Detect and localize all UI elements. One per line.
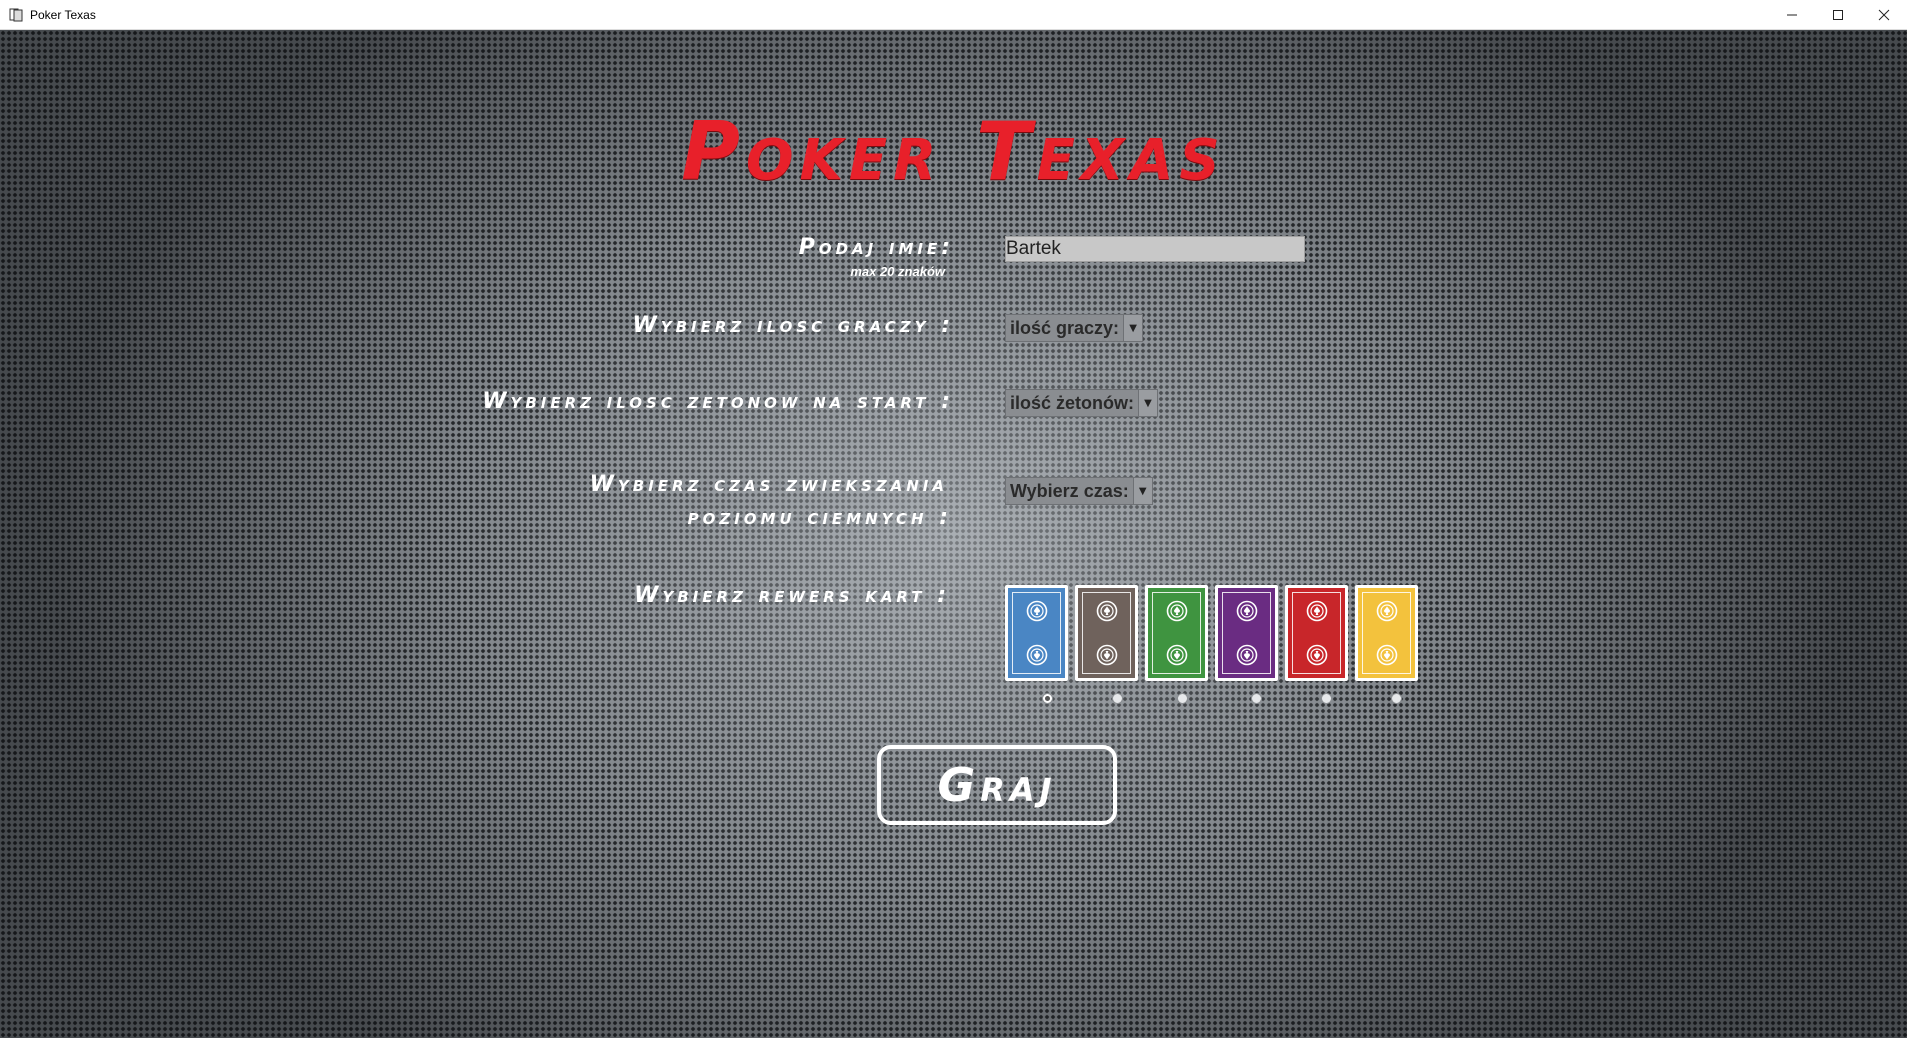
card-back-image[interactable] [1285,585,1348,681]
close-button[interactable] [1861,0,1907,29]
card-back-radio-blue[interactable] [1042,693,1053,704]
card-emblem-frame [1082,592,1131,674]
name-hint: max 20 znaków [850,264,945,279]
card-back-radio-purple[interactable] [1251,693,1262,704]
window-titlebar: Poker Texas [0,0,1907,30]
card-app-icon [8,7,24,23]
card-emblem-frame [1362,592,1411,674]
chevron-down-icon[interactable]: ▼ [1123,315,1143,341]
card-back-radio-red[interactable] [1321,693,1332,704]
players-dropdown[interactable]: ilość graczy: ▼ [1005,314,1144,342]
maximize-button[interactable] [1815,0,1861,29]
spade-emblem-icon [1166,600,1188,626]
spade-emblem-icon [1306,600,1328,626]
name-label: Podaj imie: [798,235,954,260]
main-panel: Poker Texas Podaj imie: max 20 znaków Ba… [0,30,1907,1038]
minimize-icon [1787,14,1797,15]
card-back-image[interactable] [1145,585,1208,681]
spade-emblem-icon [1236,640,1258,666]
spade-emblem-icon [1236,600,1258,626]
app-heading: Poker Texas [681,105,1226,198]
players-selected: ilość graczy: [1010,318,1120,338]
card-back-image[interactable] [1075,585,1138,681]
card-back-image[interactable] [1355,585,1418,681]
card-emblem-frame [1152,592,1201,674]
blinds-selected: Wybierz czas: [1010,481,1129,501]
card-back-brown[interactable] [1075,585,1138,681]
blinds-dropdown[interactable]: Wybierz czas: ▼ [1005,477,1153,505]
chevron-down-icon[interactable]: ▼ [1138,390,1158,416]
card-emblem-frame [1292,592,1341,674]
card-back-purple[interactable] [1215,585,1278,681]
blinds-label-line1: Wybierz czas zwiekszania [589,472,948,497]
card-back-image[interactable] [1215,585,1278,681]
card-back-radio-green[interactable] [1177,693,1188,704]
spade-emblem-icon [1096,600,1118,626]
card-back-green[interactable] [1145,585,1208,681]
chips-dropdown[interactable]: ilość żetonów: ▼ [1005,389,1159,417]
window-title: Poker Texas [30,7,96,22]
maximize-icon [1833,9,1843,20]
spade-emblem-icon [1026,600,1048,626]
spade-emblem-icon [1166,640,1188,666]
spade-emblem-icon [1306,640,1328,666]
minimize-button[interactable] [1769,0,1815,29]
card-back-label: Wybierz rewers kart : [634,583,950,608]
spade-emblem-icon [1096,640,1118,666]
name-input[interactable]: Bartek [1005,236,1305,262]
chips-label: Wybierz ilosc zetonow na start : [482,389,954,414]
card-back-options [1005,585,1425,681]
card-back-image[interactable] [1005,585,1068,681]
card-back-yellow[interactable] [1355,585,1418,681]
spade-emblem-icon [1376,640,1398,666]
chips-selected: ilość żetonów: [1010,393,1135,413]
close-icon [1878,9,1890,20]
play-button[interactable]: Graj [877,745,1117,825]
spade-emblem-icon [1026,640,1048,666]
card-emblem-frame [1222,592,1271,674]
card-emblem-frame [1012,592,1061,674]
players-label: Wybierz ilosc graczy : [632,313,954,338]
card-back-red[interactable] [1285,585,1348,681]
card-back-blue[interactable] [1005,585,1068,681]
blinds-label-line2: poziomu ciemnych : [687,505,952,530]
card-back-radio-yellow[interactable] [1391,693,1402,704]
spade-emblem-icon [1376,600,1398,626]
card-back-radio-brown[interactable] [1112,693,1123,704]
chevron-down-icon[interactable]: ▼ [1132,478,1152,504]
